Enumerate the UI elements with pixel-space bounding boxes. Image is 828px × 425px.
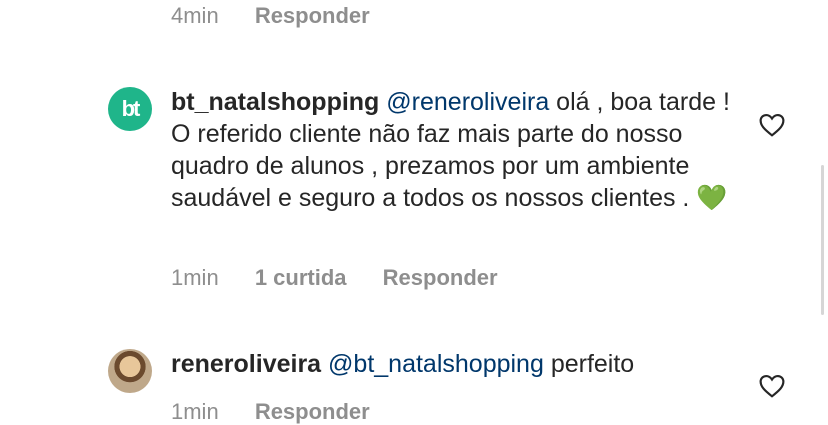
comment-body: perfeito bbox=[543, 350, 635, 378]
comment-time: 1min bbox=[171, 265, 219, 290]
avatar-logo-text: bt bbox=[121, 96, 141, 121]
scrollbar[interactable] bbox=[821, 165, 824, 315]
reply-button[interactable]: Responder bbox=[383, 265, 498, 290]
comment-time: 1min bbox=[171, 399, 219, 424]
comment-text: bt_natalshopping @reneroliveira olá , bo… bbox=[171, 86, 741, 214]
comment-meta: 1min Responder bbox=[171, 399, 400, 425]
comment-meta: 1min 1 curtida Responder bbox=[171, 265, 528, 291]
comment-username[interactable]: reneroliveira bbox=[171, 350, 321, 378]
avatar[interactable] bbox=[108, 349, 152, 393]
likes-count-button[interactable]: 1 curtida bbox=[255, 265, 347, 290]
comment-username[interactable]: bt_natalshopping bbox=[171, 88, 379, 116]
reply-button[interactable]: Responder bbox=[255, 3, 370, 28]
reply-button[interactable]: Responder bbox=[255, 399, 370, 424]
heart-outline-icon[interactable] bbox=[759, 113, 785, 137]
comment-mention[interactable]: @bt_natalshopping bbox=[328, 350, 544, 378]
comment-text: reneroliveira @bt_natalshopping perfeito bbox=[171, 348, 741, 380]
comment-time: 4min bbox=[171, 3, 219, 28]
avatar[interactable]: bt bbox=[108, 87, 152, 131]
heart-outline-icon[interactable] bbox=[759, 374, 785, 398]
comment-mention[interactable]: @reneroliveira bbox=[386, 88, 549, 116]
comment-meta-top: 4min Responder bbox=[171, 3, 400, 29]
